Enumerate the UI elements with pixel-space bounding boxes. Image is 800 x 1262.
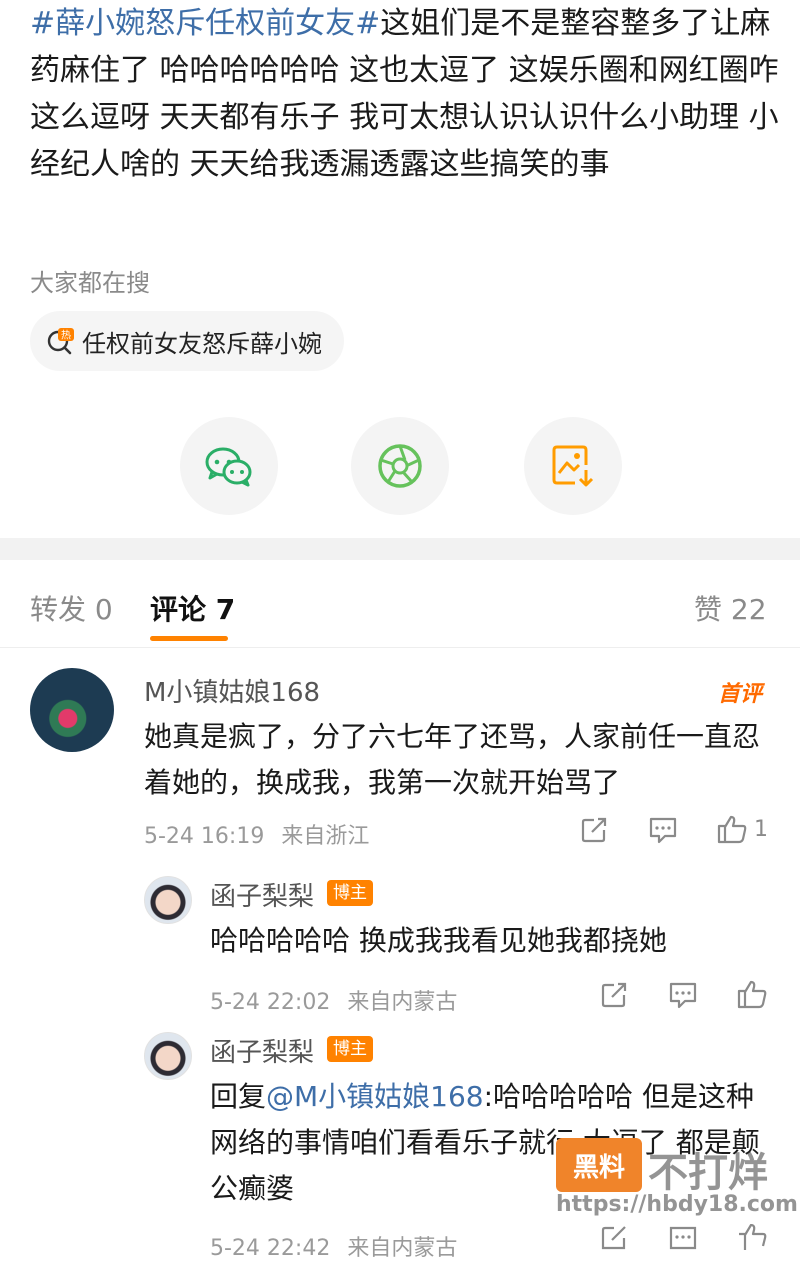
reply-location: 来自内蒙古	[347, 990, 458, 1015]
post-text: #薛小婉怒斥任权前女友#这姐们是不是整容整多了让麻药麻住了 哈哈哈哈哈哈 这也太…	[30, 0, 780, 188]
comment-meta: 5-24 16:19 来自浙江	[144, 818, 369, 850]
comment-username[interactable]: M小镇姑娘168	[144, 672, 320, 709]
like-reply-button[interactable]	[736, 979, 768, 1009]
comment-text: 她真是疯了，分了六七年了还骂，人家前任一直忍着她的，换成我，我第一次就开始骂了	[144, 720, 761, 799]
reply-text: 哈哈哈哈哈 换成我我看见她我都挠她	[210, 924, 667, 957]
reply-username[interactable]: 函子梨梨	[210, 876, 314, 913]
reply-to-reply-button[interactable]	[668, 981, 698, 1009]
tab-repost[interactable]: 转发 0	[30, 588, 113, 628]
comment-tabs: 转发 0 评论 7 赞 22	[0, 560, 800, 648]
section-divider	[0, 538, 800, 560]
share-icon	[601, 982, 627, 1008]
share-icon	[581, 817, 607, 843]
reply-meta: 5-24 22:42 来自内蒙古	[210, 1230, 457, 1262]
comment-icon	[669, 1226, 697, 1250]
hot-search-icon: 热	[46, 327, 74, 355]
avatar[interactable]	[144, 876, 192, 924]
reply-time: 5-24 22:02	[210, 990, 331, 1015]
comment-item: M小镇姑娘168 首评 她真是疯了，分了六七年了还骂，人家前任一直忍着她的，换成…	[0, 668, 800, 1261]
first-comment-badge: 首评	[718, 682, 763, 707]
hot-search-query: 任权前女友怒斥薛小婉	[82, 329, 322, 358]
thumbs-up-icon	[737, 980, 767, 1009]
share-icon	[601, 1226, 626, 1250]
wechat-icon	[205, 447, 252, 487]
share-moments-button[interactable]	[351, 417, 449, 515]
reply-time: 5-24 22:42	[210, 1236, 331, 1261]
author-badge: 博主	[327, 1036, 373, 1062]
like-count: 1	[754, 816, 768, 842]
like-comment-button[interactable]: 1	[716, 814, 768, 844]
reply-prefix: 回复	[210, 1080, 267, 1113]
tab-comments[interactable]: 评论 7	[150, 588, 235, 628]
reply-username[interactable]: 函子梨梨	[210, 1032, 314, 1069]
reply-comment-button[interactable]	[648, 816, 678, 844]
comment-location: 来自浙江	[281, 824, 370, 849]
share-save-image-button[interactable]	[524, 417, 622, 515]
comment-time: 5-24 16:19	[144, 824, 265, 849]
author-badge: 博主	[327, 880, 373, 906]
hot-search-label: 大家都在搜	[30, 269, 150, 297]
avatar[interactable]	[30, 668, 114, 752]
svg-text:热: 热	[61, 329, 71, 342]
share-row	[0, 417, 800, 515]
post-topic-link[interactable]: #薛小婉怒斥任权前女友#	[30, 6, 380, 41]
share-comment-button[interactable]	[580, 816, 608, 844]
share-reply-button[interactable]	[600, 1226, 628, 1250]
active-tab-indicator	[150, 636, 228, 641]
like-reply-button[interactable]	[736, 1224, 768, 1250]
save-image-icon	[552, 445, 594, 487]
mention-link[interactable]: @M小镇姑娘168	[266, 1080, 484, 1113]
moments-icon	[378, 444, 422, 488]
thumbs-up-icon	[717, 815, 747, 844]
reply-text: 回复@M小镇姑娘168:哈哈哈哈哈 但是这种网络的事情咱们看看乐子就行 太逗了 …	[210, 1074, 770, 1212]
share-reply-button[interactable]	[600, 981, 628, 1009]
reply-meta: 5-24 22:02 来自内蒙古	[210, 984, 457, 1016]
comment-icon	[669, 982, 697, 1009]
tab-likes[interactable]: 赞 22	[694, 588, 767, 628]
reply-to-reply-button[interactable]	[668, 1226, 698, 1250]
hot-search-chip[interactable]: 热 任权前女友怒斥薛小婉	[30, 311, 344, 371]
share-wechat-button[interactable]	[180, 417, 278, 515]
reply-location: 来自内蒙古	[347, 1236, 458, 1261]
thumbs-up-icon	[739, 1224, 767, 1250]
avatar[interactable]	[144, 1032, 192, 1080]
comment-icon	[649, 817, 677, 844]
